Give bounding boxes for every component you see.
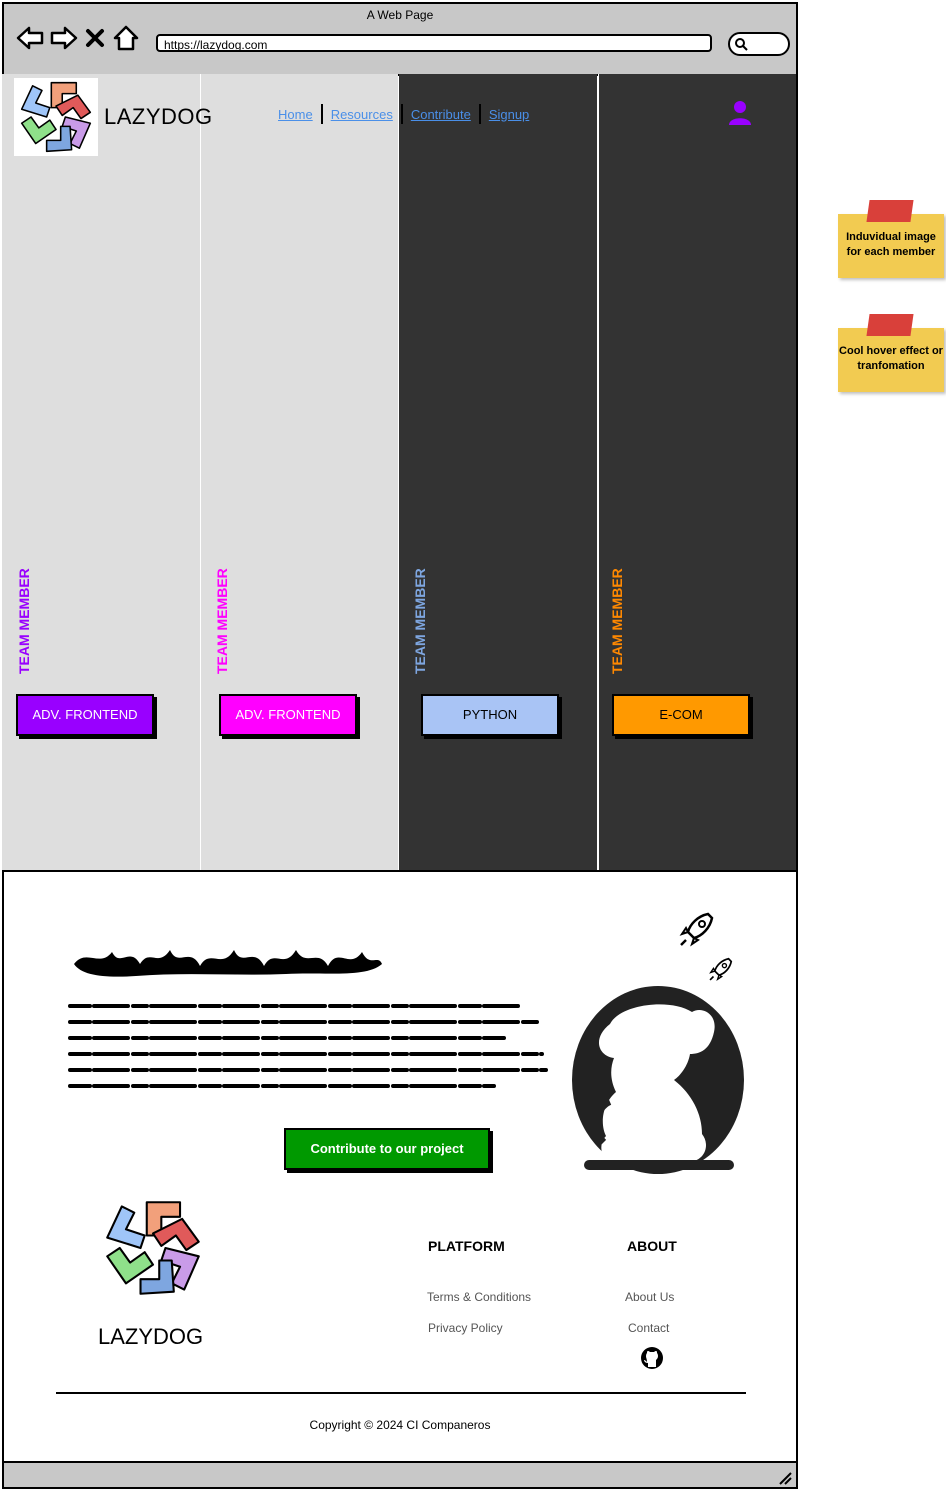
footer-brand-name: LAZYDOG bbox=[98, 1324, 204, 1349]
search-icon bbox=[735, 38, 748, 51]
sticky-note: Cool hover effect or tranfomation bbox=[838, 314, 944, 392]
team-card-1[interactable] bbox=[2, 74, 200, 870]
rocket-icon bbox=[709, 957, 733, 981]
section-divider bbox=[2, 870, 798, 872]
team-member-label: TEAM MEMBER bbox=[214, 568, 230, 674]
footer-logo-icon[interactable] bbox=[100, 1196, 206, 1300]
divider bbox=[598, 74, 599, 870]
contribute-cta-button[interactable]: Contribute to our project bbox=[284, 1128, 490, 1170]
user-icon[interactable] bbox=[728, 100, 752, 126]
footer-link-about-us[interactable]: About Us bbox=[625, 1290, 674, 1304]
sticky-note-text: Cool hover effect or tranfomation bbox=[839, 345, 943, 372]
back-arrow-icon[interactable] bbox=[16, 24, 44, 52]
brand-name[interactable]: LAZYDOG bbox=[104, 104, 213, 130]
resize-grip-icon[interactable] bbox=[778, 1471, 792, 1485]
footer-link-contact[interactable]: Contact bbox=[628, 1321, 669, 1335]
github-icon[interactable] bbox=[640, 1346, 664, 1370]
nav-resources[interactable]: Resources bbox=[323, 107, 401, 122]
footer-divider bbox=[56, 1392, 746, 1394]
copyright-text: Copyright © 2024 CI Companeros bbox=[309, 1418, 491, 1432]
team-member-label: TEAM MEMBER bbox=[412, 568, 428, 674]
team-section: LAZYDOG Home Resources Contribute Signup… bbox=[2, 74, 796, 870]
sticky-note: Induvidual image for each member bbox=[838, 200, 944, 278]
team-card-2[interactable] bbox=[200, 74, 398, 870]
search-box[interactable] bbox=[728, 32, 790, 56]
role-button-adv-frontend[interactable]: ADV. FRONTEND bbox=[219, 694, 357, 736]
forward-arrow-icon[interactable] bbox=[50, 24, 78, 52]
tape bbox=[866, 200, 914, 222]
hero-paragraph-placeholder bbox=[68, 1004, 548, 1088]
nav-home[interactable]: Home bbox=[270, 107, 321, 122]
role-button-python[interactable]: PYTHON bbox=[421, 694, 559, 736]
nav-contribute[interactable]: Contribute bbox=[403, 107, 479, 122]
home-icon[interactable] bbox=[112, 24, 140, 52]
team-card-4[interactable] bbox=[598, 74, 796, 870]
logo[interactable] bbox=[14, 78, 98, 156]
browser-status-bar bbox=[4, 1461, 796, 1487]
role-button-adv-frontend[interactable]: ADV. FRONTEND bbox=[16, 694, 154, 736]
tape bbox=[866, 314, 914, 336]
url-bar[interactable]: https://lazydog.com bbox=[156, 34, 712, 52]
logo-icon bbox=[20, 81, 92, 153]
main-nav: Home Resources Contribute Signup bbox=[270, 104, 537, 124]
footer-heading-platform: PLATFORM bbox=[428, 1238, 505, 1254]
role-button-e-com[interactable]: E-COM bbox=[612, 694, 750, 736]
browser-toolbar: A Web Page https://lazydog.com bbox=[4, 4, 796, 76]
footer-link-privacy[interactable]: Privacy Policy bbox=[428, 1321, 503, 1335]
nav-signup[interactable]: Signup bbox=[481, 107, 537, 122]
rocket-icon bbox=[679, 912, 714, 947]
team-member-label: TEAM MEMBER bbox=[16, 568, 32, 674]
footer-heading-about: ABOUT bbox=[627, 1238, 677, 1254]
divider bbox=[200, 74, 201, 870]
sticky-note-text: Induvidual image for each member bbox=[846, 231, 936, 258]
footer-link-terms[interactable]: Terms & Conditions bbox=[427, 1290, 531, 1304]
window-title: A Web Page bbox=[366, 8, 434, 22]
close-icon[interactable] bbox=[84, 24, 106, 52]
hero-heading-placeholder bbox=[74, 950, 382, 977]
team-member-label: TEAM MEMBER bbox=[609, 568, 625, 674]
dog-astronaut-illustration bbox=[572, 986, 744, 1174]
team-card-3[interactable] bbox=[399, 74, 597, 870]
